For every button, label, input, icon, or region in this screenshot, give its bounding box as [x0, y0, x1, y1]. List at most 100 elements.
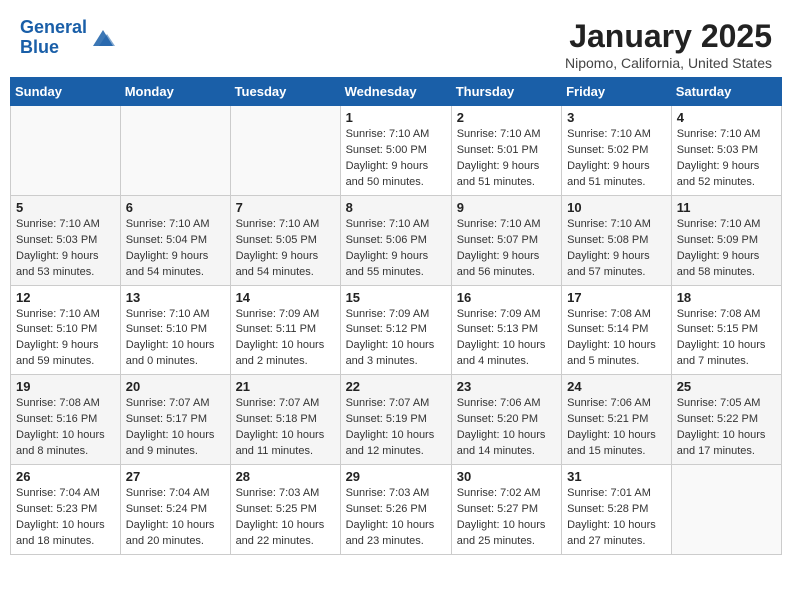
table-row: 3 Sunrise: 7:10 AM Sunset: 5:02 PM Daylig… [562, 106, 672, 196]
day-info: Sunrise: 7:10 AM Sunset: 5:03 PM Dayligh… [16, 217, 115, 281]
day-info: Sunrise: 7:09 AM Sunset: 5:12 PM Dayligh… [346, 307, 446, 371]
main-title: January 2025 [565, 18, 772, 55]
table-row: 8 Sunrise: 7:10 AM Sunset: 5:06 PM Daylig… [340, 195, 451, 285]
table-row: 20 Sunrise: 7:07 AM Sunset: 5:17 PM Dayli… [120, 375, 230, 465]
day-number: 4 [677, 110, 776, 125]
subtitle: Nipomo, California, United States [565, 55, 772, 71]
day-info: Sunrise: 7:06 AM Sunset: 5:21 PM Dayligh… [567, 396, 666, 460]
logo-line1: General [20, 17, 87, 37]
day-info: Sunrise: 7:07 AM Sunset: 5:19 PM Dayligh… [346, 396, 446, 460]
col-thursday: Thursday [451, 78, 561, 106]
table-row: 26 Sunrise: 7:04 AM Sunset: 5:23 PM Dayli… [11, 465, 121, 555]
col-friday: Friday [562, 78, 672, 106]
day-number: 18 [677, 290, 776, 305]
day-number: 2 [457, 110, 556, 125]
table-row: 7Sunrise: 7:10 AM Sunset: 5:05 PM Daylig… [230, 195, 340, 285]
logo: General Blue [20, 18, 117, 58]
day-info: Sunrise: 7:04 AM Sunset: 5:24 PM Dayligh… [126, 486, 225, 550]
day-info: Sunrise: 7:07 AM Sunset: 5:17 PM Dayligh… [126, 396, 225, 460]
day-info: Sunrise: 7:10 AM Sunset: 5:10 PM Dayligh… [16, 307, 115, 371]
table-row: 15 Sunrise: 7:09 AM Sunset: 5:12 PM Dayli… [340, 285, 451, 375]
logo-icon [89, 26, 117, 50]
table-row: 30 Sunrise: 7:02 AM Sunset: 5:27 PM Dayli… [451, 465, 561, 555]
day-info: Sunrise: 7:10 AM Sunset: 5:01 PM Dayligh… [457, 127, 556, 191]
calendar-header-row: Sunday Monday Tuesday Wednesday Thursday… [11, 78, 782, 106]
day-number: 23 [457, 379, 556, 394]
day-number: 15 [346, 290, 446, 305]
day-number: 11 [677, 200, 776, 215]
table-row: 31Sunrise: 7:01 AM Sunset: 5:28 PM Dayli… [562, 465, 672, 555]
day-number: 24 [567, 379, 666, 394]
calendar-week-row: 26 Sunrise: 7:04 AM Sunset: 5:23 PM Dayli… [11, 465, 782, 555]
day-info: Sunrise: 7:04 AM Sunset: 5:23 PM Dayligh… [16, 486, 115, 550]
day-info: Sunrise: 7:01 AM Sunset: 5:28 PM Dayligh… [567, 486, 666, 550]
day-number: 7 [236, 200, 335, 215]
day-number: 14 [236, 290, 335, 305]
day-number: 17 [567, 290, 666, 305]
table-row: 4Sunrise: 7:10 AM Sunset: 5:03 PM Daylig… [671, 106, 781, 196]
table-row: 5 Sunrise: 7:10 AM Sunset: 5:03 PM Daylig… [11, 195, 121, 285]
calendar-week-row: 5 Sunrise: 7:10 AM Sunset: 5:03 PM Daylig… [11, 195, 782, 285]
table-row: 11 Sunrise: 7:10 AM Sunset: 5:09 PM Dayli… [671, 195, 781, 285]
day-number: 20 [126, 379, 225, 394]
table-row: 23Sunrise: 7:06 AM Sunset: 5:20 PM Dayli… [451, 375, 561, 465]
day-info: Sunrise: 7:10 AM Sunset: 5:09 PM Dayligh… [677, 217, 776, 281]
day-number: 13 [126, 290, 225, 305]
day-info: Sunrise: 7:05 AM Sunset: 5:22 PM Dayligh… [677, 396, 776, 460]
day-info: Sunrise: 7:10 AM Sunset: 5:06 PM Dayligh… [346, 217, 446, 281]
day-info: Sunrise: 7:10 AM Sunset: 5:04 PM Dayligh… [126, 217, 225, 281]
table-row: 9Sunrise: 7:10 AM Sunset: 5:07 PM Daylig… [451, 195, 561, 285]
calendar-week-row: 12 Sunrise: 7:10 AM Sunset: 5:10 PM Dayli… [11, 285, 782, 375]
day-info: Sunrise: 7:03 AM Sunset: 5:26 PM Dayligh… [346, 486, 446, 550]
table-row: 1Sunrise: 7:10 AM Sunset: 5:00 PM Daylig… [340, 106, 451, 196]
day-info: Sunrise: 7:08 AM Sunset: 5:15 PM Dayligh… [677, 307, 776, 371]
day-info: Sunrise: 7:10 AM Sunset: 5:10 PM Dayligh… [126, 307, 225, 371]
page-header: General Blue January 2025 Nipomo, Califo… [10, 10, 782, 77]
table-row: 10 Sunrise: 7:10 AM Sunset: 5:08 PM Dayli… [562, 195, 672, 285]
day-number: 10 [567, 200, 666, 215]
day-info: Sunrise: 7:10 AM Sunset: 5:08 PM Dayligh… [567, 217, 666, 281]
title-block: January 2025 Nipomo, California, United … [565, 18, 772, 71]
logo-line2: Blue [20, 37, 59, 57]
day-number: 12 [16, 290, 115, 305]
table-row: 14 Sunrise: 7:09 AM Sunset: 5:11 PM Dayli… [230, 285, 340, 375]
day-number: 5 [16, 200, 115, 215]
day-number: 30 [457, 469, 556, 484]
table-row: 6Sunrise: 7:10 AM Sunset: 5:04 PM Daylig… [120, 195, 230, 285]
day-number: 3 [567, 110, 666, 125]
table-row [120, 106, 230, 196]
col-monday: Monday [120, 78, 230, 106]
day-number: 26 [16, 469, 115, 484]
table-row: 17 Sunrise: 7:08 AM Sunset: 5:14 PM Dayli… [562, 285, 672, 375]
table-row: 29Sunrise: 7:03 AM Sunset: 5:26 PM Dayli… [340, 465, 451, 555]
table-row: 24 Sunrise: 7:06 AM Sunset: 5:21 PM Dayli… [562, 375, 672, 465]
day-number: 19 [16, 379, 115, 394]
table-row: 18 Sunrise: 7:08 AM Sunset: 5:15 PM Dayli… [671, 285, 781, 375]
day-number: 8 [346, 200, 446, 215]
day-number: 1 [346, 110, 446, 125]
table-row [230, 106, 340, 196]
table-row: 13 Sunrise: 7:10 AM Sunset: 5:10 PM Dayli… [120, 285, 230, 375]
table-row: 25 Sunrise: 7:05 AM Sunset: 5:22 PM Dayli… [671, 375, 781, 465]
table-row: 19Sunrise: 7:08 AM Sunset: 5:16 PM Dayli… [11, 375, 121, 465]
table-row [11, 106, 121, 196]
calendar-table: Sunday Monday Tuesday Wednesday Thursday… [10, 77, 782, 555]
day-info: Sunrise: 7:10 AM Sunset: 5:07 PM Dayligh… [457, 217, 556, 281]
col-tuesday: Tuesday [230, 78, 340, 106]
table-row [671, 465, 781, 555]
day-info: Sunrise: 7:08 AM Sunset: 5:14 PM Dayligh… [567, 307, 666, 371]
calendar-week-row: 19Sunrise: 7:08 AM Sunset: 5:16 PM Dayli… [11, 375, 782, 465]
col-wednesday: Wednesday [340, 78, 451, 106]
day-number: 21 [236, 379, 335, 394]
day-info: Sunrise: 7:02 AM Sunset: 5:27 PM Dayligh… [457, 486, 556, 550]
day-info: Sunrise: 7:03 AM Sunset: 5:25 PM Dayligh… [236, 486, 335, 550]
day-number: 25 [677, 379, 776, 394]
day-info: Sunrise: 7:10 AM Sunset: 5:02 PM Dayligh… [567, 127, 666, 191]
table-row: 22 Sunrise: 7:07 AM Sunset: 5:19 PM Dayli… [340, 375, 451, 465]
calendar-week-row: 1Sunrise: 7:10 AM Sunset: 5:00 PM Daylig… [11, 106, 782, 196]
table-row: 27Sunrise: 7:04 AM Sunset: 5:24 PM Dayli… [120, 465, 230, 555]
day-number: 22 [346, 379, 446, 394]
day-info: Sunrise: 7:09 AM Sunset: 5:11 PM Dayligh… [236, 307, 335, 371]
col-saturday: Saturday [671, 78, 781, 106]
table-row: 16Sunrise: 7:09 AM Sunset: 5:13 PM Dayli… [451, 285, 561, 375]
